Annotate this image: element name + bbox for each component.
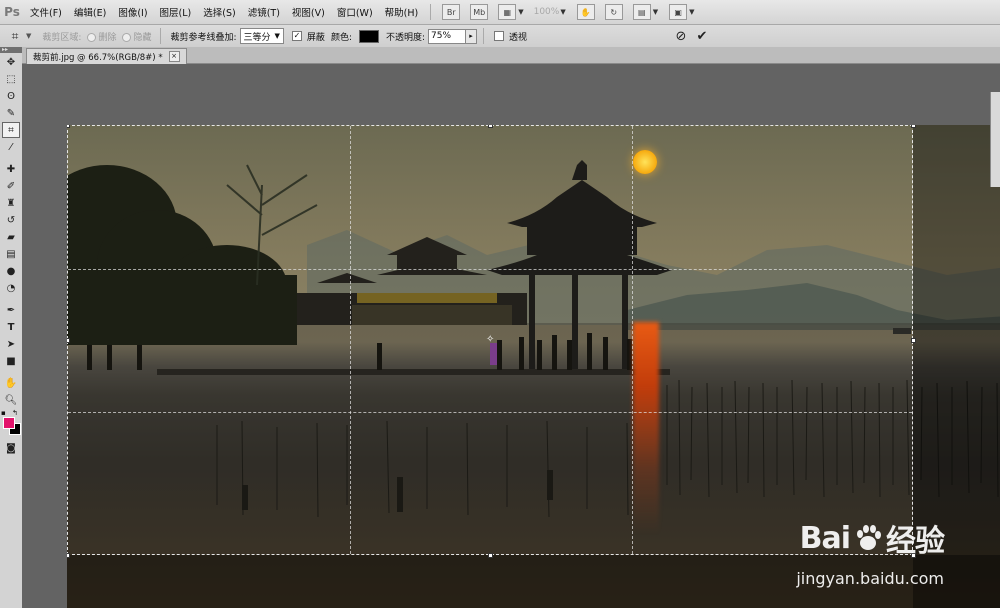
- opacity-slider-arrow[interactable]: ▸: [466, 28, 478, 44]
- close-icon[interactable]: ×: [168, 51, 180, 62]
- crop-grid-line: [632, 126, 633, 554]
- cancel-icon[interactable]: ⊘: [672, 27, 690, 45]
- history-brush-tool-icon[interactable]: ↺: [2, 212, 20, 228]
- baidu-watermark-logo: Bai 经验: [799, 520, 945, 560]
- chevron-down-icon[interactable]: ▼: [560, 8, 565, 16]
- crop-grid-line: [350, 126, 351, 554]
- healing-brush-tool-icon[interactable]: ✚: [2, 161, 20, 177]
- opacity-input[interactable]: 75%: [428, 28, 467, 44]
- crop-tool-icon[interactable]: ⌗: [2, 122, 20, 138]
- crop-handle-left[interactable]: [67, 338, 70, 343]
- pen-tool-icon[interactable]: ✒: [2, 302, 20, 318]
- baidu-watermark-url: jingyan.baidu.com: [796, 569, 944, 588]
- chevron-down-icon[interactable]: ▼: [689, 8, 694, 16]
- marquee-tool-icon[interactable]: ⬚: [2, 71, 20, 87]
- crop-center-crosshair-icon: ✧: [486, 334, 495, 345]
- minibridge-icon[interactable]: Mb: [470, 4, 489, 20]
- hand-icon[interactable]: ✋: [576, 4, 595, 20]
- shield-label: 屏蔽: [306, 32, 325, 43]
- hide-radio[interactable]: 隐藏: [119, 30, 154, 43]
- chevron-down-icon[interactable]: ▼: [518, 8, 523, 16]
- hand-tool-icon[interactable]: ✋: [2, 375, 20, 391]
- document-tab-strip: 裁剪前.jpg @ 66.7%(RGB/8#) * ×: [22, 47, 1000, 64]
- menu-window[interactable]: 窗口(W): [331, 5, 379, 19]
- arrange-documents-icon[interactable]: ▤: [632, 4, 651, 20]
- chevron-down-icon[interactable]: ▼: [653, 8, 658, 16]
- crop-grid-line: [68, 412, 912, 413]
- opacity-label: 不透明度:: [385, 32, 426, 43]
- canvas-area[interactable]: ✧ Bai 经验 jingyan.baidu.com: [22, 64, 1000, 608]
- gradient-tool-icon[interactable]: ▤: [2, 246, 20, 262]
- menu-layer[interactable]: 图层(L): [154, 5, 198, 19]
- type-tool-icon[interactable]: T: [2, 319, 20, 335]
- dodge-tool-icon[interactable]: ◔: [2, 280, 20, 296]
- quick-select-tool-icon[interactable]: ✎: [2, 105, 20, 121]
- document-tab[interactable]: 裁剪前.jpg @ 66.7%(RGB/8#) * ×: [26, 48, 187, 64]
- document-title: 裁剪前.jpg @ 66.7%(RGB/8#) *: [33, 52, 163, 63]
- collapsed-panel[interactable]: [990, 92, 1000, 187]
- crop-handle-top-left[interactable]: [67, 125, 70, 128]
- menu-select[interactable]: 选择(S): [197, 5, 241, 19]
- rotate-view-icon[interactable]: ↻: [604, 4, 623, 20]
- swap-colors-icon[interactable]: ↰: [12, 409, 18, 417]
- overlay-select[interactable]: 三等分 ▼: [239, 28, 284, 44]
- foreground-color[interactable]: [3, 417, 15, 429]
- menu-image[interactable]: 图像(I): [112, 5, 153, 19]
- color-swatches[interactable]: ▪ ↰: [0, 409, 22, 439]
- bridge-icon[interactable]: Br: [442, 4, 461, 20]
- view-extras-icon[interactable]: ▦: [498, 4, 517, 20]
- options-divider: [483, 28, 485, 44]
- move-tool-icon[interactable]: ✥: [2, 54, 20, 70]
- overlay-label: 裁剪参考线叠加:: [170, 32, 237, 43]
- lasso-tool-icon[interactable]: ʘ: [2, 88, 20, 104]
- menu-edit[interactable]: 编辑(E): [68, 5, 112, 19]
- menu-view[interactable]: 视图(V): [286, 5, 331, 19]
- crop-handle-bottom[interactable]: [488, 553, 493, 558]
- default-colors-icon[interactable]: ▪: [1, 409, 6, 417]
- perspective-label: 透视: [509, 32, 528, 43]
- brush-tool-icon[interactable]: ✐: [2, 178, 20, 194]
- shield-color-swatch[interactable]: [358, 29, 379, 43]
- eyedropper-tool-icon[interactable]: ⁄: [2, 139, 20, 155]
- baidu-paw-icon: [857, 525, 881, 550]
- blur-tool-icon[interactable]: ●: [2, 263, 20, 279]
- crop-tool-preset-icon[interactable]: ⌗: [4, 27, 26, 45]
- menu-filter[interactable]: 滤镜(T): [242, 5, 286, 19]
- clone-stamp-tool-icon[interactable]: ♜: [2, 195, 20, 211]
- crop-area-label: 裁剪区域:: [42, 32, 82, 43]
- options-bar: ⌗ ▼ 裁剪区域: 删除 隐藏 裁剪参考线叠加: 三等分 ▼ ✓ 屏蔽 颜色: 不…: [0, 25, 1000, 48]
- path-select-tool-icon[interactable]: ➤: [2, 336, 20, 352]
- eraser-tool-icon[interactable]: ▰: [2, 229, 20, 245]
- options-divider: [160, 28, 162, 44]
- delete-radio[interactable]: 删除: [84, 30, 119, 43]
- zoom-level[interactable]: 100%: [530, 7, 564, 17]
- chevron-down-icon[interactable]: ▼: [26, 32, 31, 40]
- crop-handle-bottom-left[interactable]: [67, 553, 70, 558]
- panel-grip[interactable]: ▸▸: [0, 47, 22, 53]
- shield-checkbox[interactable]: ✓: [291, 31, 302, 41]
- tools-panel: ▸▸ ✥ ⬚ ʘ ✎ ⌗ ⁄ ✚ ✐ ♜ ↺ ▰ ▤ ● ◔ ✒ T ➤ ■ ✋…: [0, 47, 23, 608]
- menu-file[interactable]: 文件(F): [24, 5, 68, 19]
- color-label: 颜色:: [330, 32, 352, 43]
- shape-tool-icon[interactable]: ■: [2, 353, 20, 369]
- photoshop-logo: Ps: [4, 5, 20, 19]
- zoom-tool-icon[interactable]: 🔍︎: [2, 392, 20, 408]
- perspective-checkbox[interactable]: [494, 31, 505, 41]
- quick-mask-icon[interactable]: ◙: [2, 440, 20, 456]
- menu-help[interactable]: 帮助(H): [379, 5, 425, 19]
- crop-grid-line: [68, 269, 912, 270]
- menu-divider: [430, 4, 432, 20]
- crop-box[interactable]: ✧: [67, 125, 916, 558]
- screen-mode-icon[interactable]: ▣: [669, 4, 688, 20]
- crop-handle-right[interactable]: [911, 338, 916, 343]
- crop-handle-top-right[interactable]: [911, 125, 916, 128]
- menu-bar: Ps 文件(F) 编辑(E) 图像(I) 图层(L) 选择(S) 滤镜(T) 视…: [0, 0, 1000, 25]
- crop-handle-top[interactable]: [488, 125, 493, 128]
- commit-check-icon[interactable]: ✔: [693, 27, 711, 45]
